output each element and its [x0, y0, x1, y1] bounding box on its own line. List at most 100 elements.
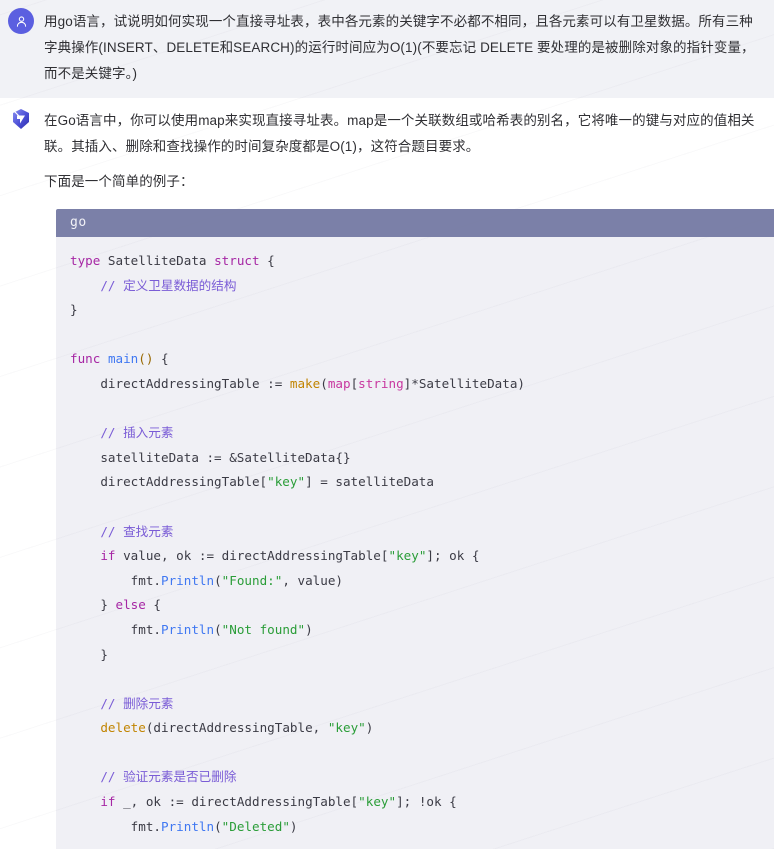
code-line: directAddressingTable := make(map[string… [70, 372, 774, 397]
code-token: directAddressingTable[ [70, 474, 268, 490]
code-token: else [115, 597, 146, 613]
code-token: ) [289, 818, 298, 834]
code-token: { [259, 253, 275, 268]
code-token: "key" [327, 720, 366, 736]
code-token: map [327, 375, 351, 391]
code-token: { [145, 597, 162, 613]
code-line: fmt.Println("Not found") [70, 618, 774, 643]
assistant-logo-icon [8, 106, 34, 132]
code-token: string [358, 375, 404, 391]
code-token: if [100, 548, 116, 564]
code-token: delete [100, 720, 146, 736]
code-token: ]; ok { [426, 548, 480, 564]
code-token: main [107, 351, 139, 367]
code-token: type [70, 253, 101, 268]
code-token: ) [305, 621, 313, 637]
code-line: } [70, 298, 774, 323]
code-token: } [70, 302, 78, 318]
code-token: "Found:" [221, 572, 283, 588]
code-line: fmt.Println("Deleted") [70, 815, 774, 840]
code-token: fmt. [70, 818, 161, 834]
code-token: // 验证元素是否已删除 [100, 769, 237, 785]
code-line: // 定义卫星数据的结构 [70, 274, 774, 299]
code-line: satelliteData := &SatelliteData{} [70, 446, 774, 471]
code-line: // 删除元素 [70, 692, 774, 717]
code-token: () [138, 351, 154, 367]
assistant-message-body: 在Go语言中，你可以使用map来实现直接寻址表。map是一个关联数组或哈希表的别… [44, 108, 774, 849]
code-token: ]; !ok { [396, 794, 457, 810]
code-line: delete(directAddressingTable, "key") [70, 716, 774, 741]
code-token: ]*SatelliteData) [403, 375, 525, 391]
chat-conversation: 用go语言，试说明如何实现一个直接寻址表，表中各元素的关键字不必都不相同，且各元… [0, 0, 774, 849]
code-line: // 验证元素是否已删除 [70, 765, 774, 790]
code-line: // 插入元素 [70, 421, 774, 446]
code-token: // 删除元素 [100, 695, 174, 711]
code-token: ( [214, 572, 222, 588]
code-token: } [70, 646, 108, 662]
code-line: type SatelliteData struct { [70, 249, 774, 274]
assistant-avatar [8, 106, 34, 132]
code-token: struct [214, 253, 260, 268]
code-token: // 查找元素 [100, 523, 174, 539]
assistant-message-turn: 在Go语言中，你可以使用map来实现直接寻址表。map是一个关联数组或哈希表的别… [0, 98, 774, 849]
code-token: Println [161, 621, 215, 637]
code-line: if _, ok := directAddressingTable["key"]… [70, 790, 774, 815]
code-token: "key" [358, 794, 397, 810]
code-token: func [70, 351, 101, 367]
code-token: _, ok := directAddressingTable[ [115, 794, 359, 810]
code-token: "key" [267, 474, 306, 490]
assistant-paragraph-1: 在Go语言中，你可以使用map来实现直接寻址表。map是一个关联数组或哈希表的别… [44, 113, 755, 154]
code-line: // 查找元素 [70, 520, 774, 545]
code-token: Println [161, 572, 215, 588]
code-token: // 定义卫星数据的结构 [100, 277, 237, 293]
code-line: fmt.Println("Found:", value) [70, 569, 774, 594]
code-token: Println [161, 818, 215, 834]
user-message-body: 用go语言，试说明如何实现一个直接寻址表，表中各元素的关键字不必都不相同，且各元… [44, 9, 766, 87]
code-line: directAddressingTable["key"] = satellite… [70, 470, 774, 495]
code-token: ] = satelliteData [305, 474, 434, 490]
code-token: ( [320, 375, 328, 391]
assistant-paragraph-2: 下面是一个简单的例子： [44, 174, 194, 189]
code-token: fmt. [70, 621, 161, 637]
user-message-turn: 用go语言，试说明如何实现一个直接寻址表，表中各元素的关键字不必都不相同，且各元… [0, 0, 774, 98]
code-language-label: go [56, 209, 774, 237]
user-message-text: 用go语言，试说明如何实现一个直接寻址表，表中各元素的关键字不必都不相同，且各元… [44, 14, 755, 81]
user-person-icon [8, 8, 34, 34]
code-block: go type SatelliteData struct { // 定义卫星数据… [56, 209, 774, 849]
code-token: "Not found" [221, 621, 306, 637]
code-token: { [153, 351, 169, 367]
code-token: , value) [282, 572, 344, 588]
code-token: make [289, 375, 321, 391]
code-token: } [70, 597, 116, 613]
code-token: if [100, 794, 116, 810]
code-content[interactable]: type SatelliteData struct { // 定义卫星数据的结构… [56, 237, 774, 849]
code-token: ( [214, 818, 222, 834]
code-token: (directAddressingTable, [145, 720, 328, 736]
code-token: value, ok := directAddressingTable[ [115, 548, 389, 564]
code-token: fmt. [70, 572, 161, 588]
user-avatar [8, 8, 34, 34]
code-token: SatelliteData [100, 253, 215, 268]
code-token: satelliteData := &SatelliteData{} [70, 449, 351, 465]
code-token: // 插入元素 [100, 425, 174, 441]
code-token: ) [365, 720, 374, 736]
code-line: if value, ok := directAddressingTable["k… [70, 544, 774, 569]
code-token: "Deleted" [221, 818, 290, 834]
code-token: directAddressingTable := [70, 375, 290, 391]
code-line: func main() { [70, 347, 774, 372]
code-token: ( [214, 621, 222, 637]
